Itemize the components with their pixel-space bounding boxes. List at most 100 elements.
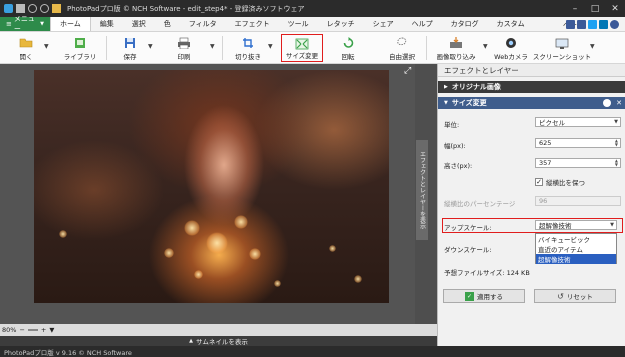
title-bar: PhotoPadプロ版 © NCH Software - edit_step4*… — [0, 0, 625, 17]
apply-button[interactable]: ✓ 適用する — [443, 289, 525, 303]
width-spinner[interactable]: ▲ ▼ — [615, 139, 618, 147]
facebook-icon[interactable] — [577, 20, 586, 29]
lasso-icon — [397, 37, 407, 46]
resize-button[interactable]: サイズ変更 — [281, 34, 323, 62]
section-original-image[interactable]: ▶ オリジナル画像 — [438, 81, 625, 93]
zoom-in-button[interactable]: + — [41, 326, 46, 334]
tab-edit[interactable]: 編集 — [91, 17, 123, 31]
chevron-up-icon: ▲ — [189, 338, 193, 344]
section-resize[interactable]: ▼ サイズ変更 ✕ — [438, 97, 625, 109]
show-thumbnails-toggle[interactable]: サムネイルを表示 — [196, 336, 248, 346]
tab-color[interactable]: 色 — [155, 17, 180, 31]
app-icon — [4, 4, 13, 13]
height-spinner[interactable]: ▲ ▼ — [615, 159, 618, 167]
save-button[interactable]: 保存 — [114, 34, 146, 62]
tab-share[interactable]: シェア — [364, 17, 403, 31]
zoom-out-button[interactable]: − — [19, 326, 24, 334]
import-image-button[interactable]: 画像取り込み — [432, 34, 480, 62]
screenshot-button[interactable]: スクリーンショット — [533, 34, 591, 62]
folder-quick-icon[interactable] — [52, 4, 61, 13]
filesize-label: 予想ファイルサイズ: 124 KB — [444, 269, 530, 277]
twitter-icon[interactable] — [588, 20, 597, 29]
status-text: PhotoPadプロ版 v 9.16 © NCH Software — [4, 348, 132, 357]
zoom-level: 80% — [2, 326, 17, 334]
ratio-label: 縦横比のパーセンテージ — [444, 200, 516, 208]
like-icon[interactable] — [566, 20, 575, 29]
width-label: 幅(px): — [444, 142, 466, 150]
library-button[interactable]: ライブラリ — [60, 34, 100, 62]
width-field[interactable]: 625 ▲ ▼ — [535, 138, 621, 148]
undo-icon[interactable] — [28, 4, 37, 13]
panel-title: エフェクトとレイヤー — [438, 64, 625, 77]
print-button[interactable]: 印刷 — [168, 34, 200, 62]
effects-layers-panel: エフェクトとレイヤー ▶ オリジナル画像 ▼ サイズ変更 ✕ 単位: ピクセル ▼… — [437, 64, 625, 346]
height-label: 高さ(px): — [444, 162, 473, 170]
zoom-bar: 80% − + ▼ — [0, 324, 437, 336]
show-effects-layers-tab[interactable]: エフェクトとレイヤーを表示 — [416, 140, 428, 240]
fit-screen-icon[interactable]: ⤢ — [404, 66, 411, 76]
main-menu-button[interactable]: ≡ メニュー ▼ — [0, 15, 50, 33]
resize-icon — [295, 38, 309, 50]
option-bicubic[interactable]: バイキュービック — [536, 234, 616, 244]
webcam-button[interactable]: Webカメラ — [494, 34, 528, 62]
reset-button[interactable]: ↺ リセット — [534, 289, 616, 303]
upscale-label: アップスケール: — [444, 224, 492, 232]
tab-tools[interactable]: ツール — [279, 17, 318, 31]
tab-home[interactable]: ホーム — [50, 17, 91, 31]
chevron-down-icon: ▼ — [40, 21, 44, 27]
thumbnail-toggle-bar[interactable]: ▲ サムネイルを表示 — [0, 336, 437, 346]
tab-select[interactable]: 選択 — [123, 17, 155, 31]
redo-icon[interactable] — [40, 4, 49, 13]
ratio-field: 96 — [535, 196, 621, 206]
section-close-icon[interactable]: ✕ — [616, 99, 622, 107]
tab-effect[interactable]: エフェクト — [226, 17, 279, 31]
chevron-right-icon: ▶ — [444, 84, 448, 90]
filesize-value: 124 KB — [506, 269, 530, 277]
unit-label: 単位: — [444, 121, 460, 129]
webcam-icon — [506, 38, 516, 48]
rotate-icon — [343, 37, 353, 48]
option-super-resolution[interactable]: 超解像技術 — [536, 254, 616, 264]
unit-select[interactable]: ピクセル ▼ — [535, 117, 621, 127]
tab-custom[interactable]: カスタム — [488, 17, 534, 31]
check-icon: ✓ — [465, 291, 474, 301]
maximize-button[interactable]: □ — [585, 0, 605, 17]
window-title: PhotoPadプロ版 © NCH Software - edit_step4*… — [67, 4, 305, 13]
rotate-button[interactable]: 回転 — [334, 34, 362, 62]
downscale-label: ダウンスケール: — [444, 246, 492, 254]
import-icon — [450, 37, 462, 48]
crop-icon — [242, 38, 253, 48]
section-settings-icon[interactable] — [603, 99, 611, 107]
folder-open-icon — [19, 38, 33, 48]
printer-icon — [178, 37, 190, 49]
keep-ratio-checkbox[interactable]: ✓ 縦横比を保つ — [535, 177, 585, 187]
option-nearest[interactable]: 直近のアイテム — [536, 244, 616, 254]
screenshot-icon — [555, 38, 569, 49]
crop-button[interactable]: 切り抜き — [230, 34, 266, 62]
edited-photo[interactable] — [34, 70, 389, 303]
height-field[interactable]: 357 ▲ ▼ — [535, 158, 621, 168]
linkedin-icon[interactable] — [599, 20, 608, 29]
tab-retouch[interactable]: レタッチ — [318, 17, 364, 31]
tab-catalog[interactable]: カタログ — [442, 17, 488, 31]
save-disk-icon — [125, 38, 135, 48]
zoom-menu-icon[interactable]: ▼ — [49, 326, 54, 334]
free-select-button[interactable]: 自由選択 — [382, 34, 422, 62]
status-bar: PhotoPadプロ版 v 9.16 © NCH Software — [0, 346, 625, 357]
reset-icon: ↺ — [557, 291, 564, 301]
tab-filter[interactable]: フィルタ — [180, 17, 226, 31]
chevron-down-icon: ▼ — [610, 222, 614, 228]
help-icon[interactable] — [610, 20, 619, 29]
upscale-dropdown-list: バイキュービック 直近のアイテム 超解像技術 — [535, 233, 617, 264]
close-button[interactable]: ✕ — [605, 0, 625, 17]
tab-help[interactable]: ヘルプ — [403, 17, 442, 31]
save-quick-icon[interactable] — [16, 4, 25, 13]
menu-icon: ≡ — [6, 20, 12, 28]
checkmark-icon: ✓ — [535, 178, 543, 186]
minimize-button[interactable]: – — [565, 0, 585, 17]
open-button[interactable]: 開く — [8, 34, 44, 62]
chevron-down-icon: ▼ — [444, 100, 448, 106]
chevron-down-icon: ▼ — [614, 119, 618, 125]
upscale-select[interactable]: 超解像技術 ▼ — [535, 220, 617, 230]
zoom-slider[interactable] — [27, 329, 38, 331]
